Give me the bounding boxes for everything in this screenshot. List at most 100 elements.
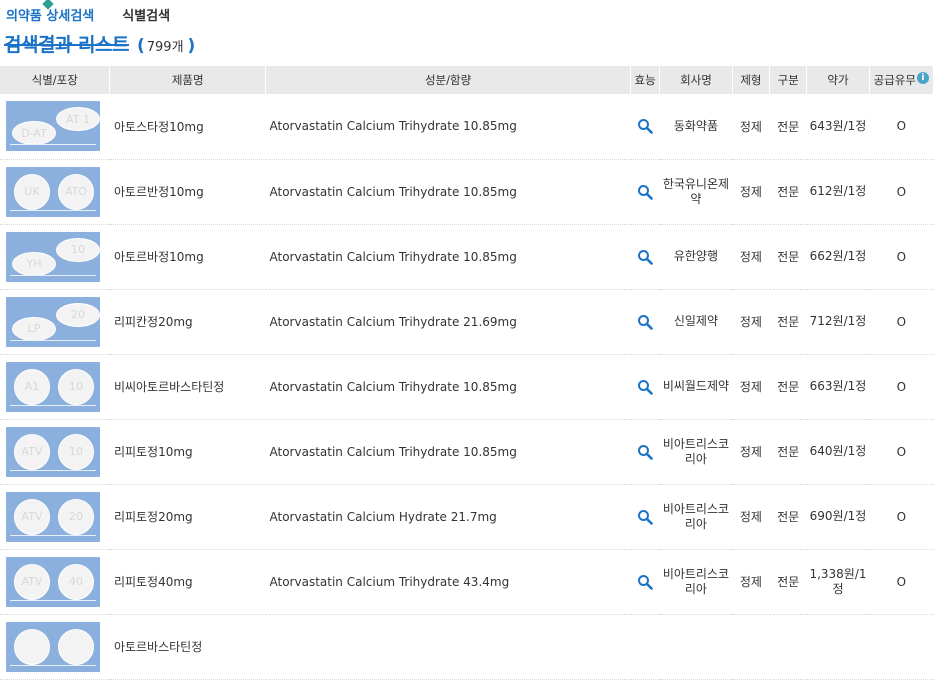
effect-cell xyxy=(630,614,660,680)
table-row[interactable]: LP 20 리피칸정20mg Atorvastatin Calcium Trihydr… xyxy=(0,289,934,355)
pill-image[interactable]: A1 10 xyxy=(6,361,100,412)
table-row[interactable]: ATV 40 리피토정40mg Atorvastatin Calcium Trihyd… xyxy=(0,549,934,615)
pill-image[interactable] xyxy=(6,621,100,672)
table-row[interactable]: ATV 20 리피토정20mg Atorvastatin Calcium Hydrat… xyxy=(0,484,934,550)
table-row[interactable]: D-AT AT 1 아토스타정10mg Atorvastatin Calcium Tr… xyxy=(0,94,934,160)
result-count: 799개 xyxy=(146,40,184,55)
search-icon[interactable] xyxy=(637,444,653,460)
table-row[interactable]: YH 10 아토르바정10mg Atorvastatin Calcium Trihyd… xyxy=(0,224,934,290)
drug-price: 690원/1정 xyxy=(806,484,870,550)
product-name[interactable]: 아토스타정10mg xyxy=(109,94,266,160)
table-header: 식별/포장 제품명 성분/함량 효능 회사명 제형 구분 약가 공급유무 i xyxy=(0,66,935,94)
supply-status: O xyxy=(869,159,934,225)
product-name[interactable]: 비씨아토르바스타틴정 xyxy=(109,354,266,420)
table-row[interactable]: A1 10 비씨아토르바스타틴정 Atorvastatin Calcium Trihy… xyxy=(0,354,934,420)
ingredient: Atorvastatin Calcium Trihydrate 10.85mg xyxy=(265,224,631,290)
search-icon[interactable] xyxy=(637,314,653,330)
dosage-form: 정제 xyxy=(732,354,770,420)
pill-mark-front: LP xyxy=(12,316,56,341)
company-name: 한국유니온제약 xyxy=(659,159,733,225)
search-icon[interactable] xyxy=(637,249,653,265)
header-ingredient: 성분/함량 xyxy=(265,66,632,94)
ingredient: Atorvastatin Calcium Trihydrate 10.85mg xyxy=(265,94,631,160)
company-name: 비아트리스코리아 xyxy=(659,549,733,615)
product-name[interactable]: 아토르바정10mg xyxy=(109,224,266,290)
drug-price: 662원/1정 xyxy=(806,224,870,290)
search-icon[interactable] xyxy=(637,379,653,395)
search-icon[interactable] xyxy=(637,118,653,135)
header-supply-label: 공급유무 xyxy=(873,73,916,87)
tab-identify-search[interactable]: 식별검색 xyxy=(122,6,170,28)
ingredient: Atorvastatin Calcium Trihydrate 10.85mg xyxy=(265,419,631,485)
supply-status xyxy=(869,614,934,680)
size-ruler xyxy=(10,404,96,408)
ingredient: Atorvastatin Calcium Trihydrate 10.85mg xyxy=(265,159,631,225)
search-icon[interactable] xyxy=(637,574,653,590)
dosage-form: 정제 xyxy=(732,224,770,290)
pill-mark-front: ATV xyxy=(14,433,50,470)
dosage-form xyxy=(732,614,770,680)
effect-cell xyxy=(630,419,660,485)
product-name[interactable]: 리피칸정20mg xyxy=(109,289,266,355)
drug-category: 전문 xyxy=(769,94,807,160)
product-name[interactable]: 리피토정10mg xyxy=(109,419,266,485)
result-open-paren: ( xyxy=(136,36,145,56)
supply-status: O xyxy=(869,224,934,290)
pill-image[interactable]: ATV 40 xyxy=(6,556,100,607)
pill-mark-back xyxy=(58,628,94,665)
size-ruler xyxy=(10,339,96,343)
drug-price: 663원/1정 xyxy=(806,354,870,420)
drug-category: 전문 xyxy=(769,289,807,355)
pill-image-cell: UK ATO xyxy=(0,159,110,225)
pill-image[interactable]: ATV 20 xyxy=(6,491,100,542)
pill-mark-front: A1 xyxy=(14,368,50,405)
drug-category xyxy=(769,614,807,680)
supply-status: O xyxy=(869,419,934,485)
pill-image[interactable]: YH 10 xyxy=(6,231,100,282)
result-title-text: 검색결과 리스트 xyxy=(4,34,129,56)
pill-image[interactable]: UK ATO xyxy=(6,166,100,217)
pill-image-cell: D-AT AT 1 xyxy=(0,94,110,160)
table-row[interactable]: ATV 10 리피토정10mg Atorvastatin Calcium Trihyd… xyxy=(0,419,934,485)
drug-price: 1,338원/1정 xyxy=(806,549,870,615)
product-name[interactable]: 리피토정20mg xyxy=(109,484,266,550)
supply-status: O xyxy=(869,354,934,420)
ingredient: Atorvastatin Calcium Trihydrate 21.69mg xyxy=(265,289,631,355)
product-name[interactable]: 리피토정40mg xyxy=(109,549,266,615)
company-name: 동화약품 xyxy=(659,94,733,160)
pill-image-cell: ATV 10 xyxy=(0,419,110,485)
pill-mark-front: ATV xyxy=(14,498,50,535)
table-row[interactable]: UK ATO 아토르반정10mg Atorvastatin Calcium Trihy… xyxy=(0,159,934,225)
pill-mark-back: ATO xyxy=(58,173,94,210)
effect-cell xyxy=(630,159,660,225)
size-ruler xyxy=(10,534,96,538)
search-tabs: 의약품 상세검색 식별검색 xyxy=(6,6,198,28)
info-icon[interactable]: i xyxy=(916,72,929,84)
header-name: 제품명 xyxy=(109,66,267,94)
header-id: 식별/포장 xyxy=(0,66,111,94)
company-name: 신일제약 xyxy=(659,289,733,355)
tab-detail-search[interactable]: 의약품 상세검색 xyxy=(6,6,94,28)
size-ruler xyxy=(10,664,96,668)
pill-image[interactable]: D-AT AT 1 xyxy=(6,101,100,152)
product-name[interactable]: 아토르바스타틴정 xyxy=(109,614,266,680)
supply-status: O xyxy=(869,549,934,615)
effect-cell xyxy=(630,224,660,290)
drug-category: 전문 xyxy=(769,419,807,485)
dosage-form: 정제 xyxy=(732,289,770,355)
header-category: 구분 xyxy=(769,66,808,94)
product-name[interactable]: 아토르반정10mg xyxy=(109,159,266,225)
header-company: 회사명 xyxy=(659,66,733,94)
pill-image[interactable]: ATV 10 xyxy=(6,426,100,477)
search-icon[interactable] xyxy=(637,509,653,525)
pill-image[interactable]: LP 20 xyxy=(6,296,100,347)
dosage-form: 정제 xyxy=(732,419,770,485)
pill-mark-front: ATV xyxy=(14,563,50,600)
dosage-form: 정제 xyxy=(732,159,770,225)
pill-mark-front: YH xyxy=(12,251,56,276)
dosage-form: 정제 xyxy=(732,94,770,160)
header-effect: 효능 xyxy=(630,66,661,94)
table-row[interactable]: 아토르바스타틴정 xyxy=(0,614,934,680)
search-icon[interactable] xyxy=(637,184,653,200)
size-ruler xyxy=(10,469,96,473)
